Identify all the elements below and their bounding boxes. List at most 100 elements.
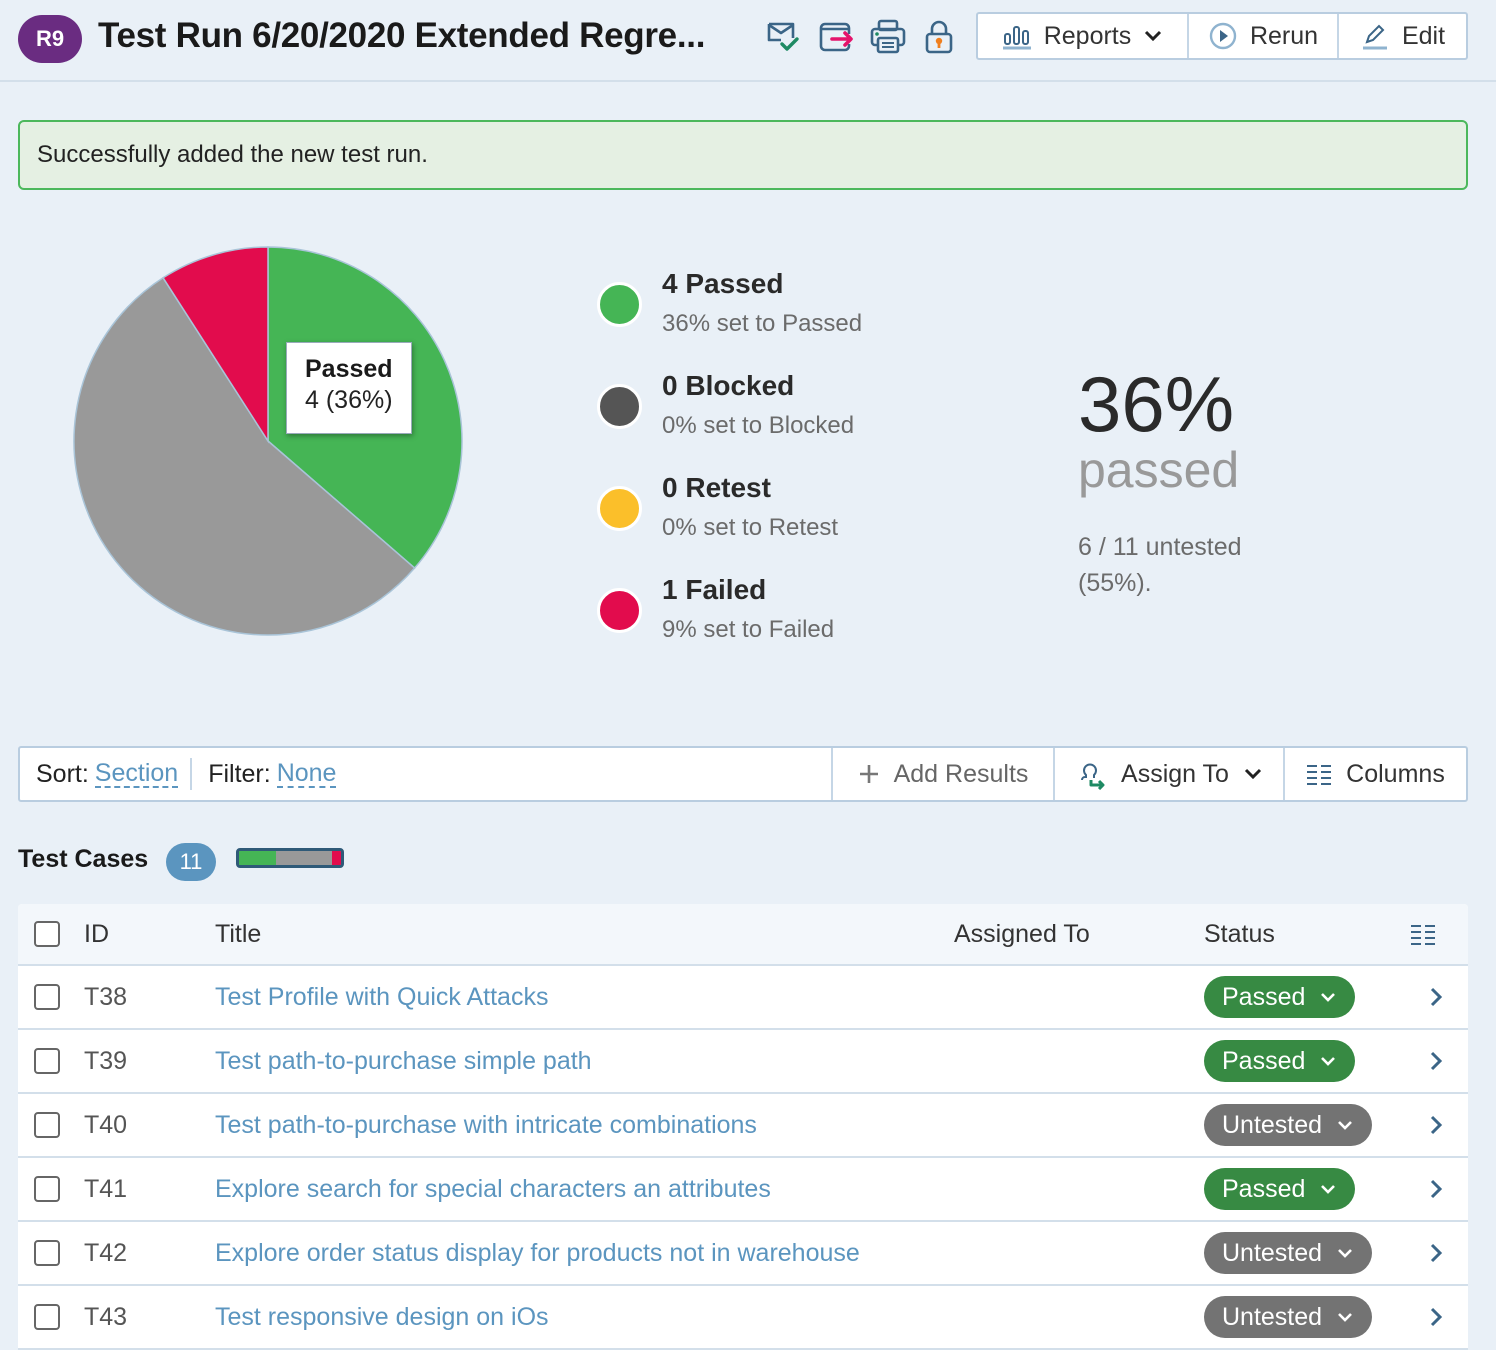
print-icon[interactable] — [869, 18, 907, 56]
rerun-label: Rerun — [1249, 21, 1319, 50]
test-title-link[interactable]: Test Profile with Quick Attacks — [215, 983, 548, 1012]
status-dropdown[interactable]: Untested — [1204, 1296, 1373, 1338]
test-title-link[interactable]: Test path-to-purchase simple path — [215, 1047, 592, 1076]
legend-sub: 0% set to Blocked — [662, 412, 855, 439]
row-checkbox[interactable] — [34, 1304, 60, 1330]
add-results-label: Add Results — [893, 759, 1029, 788]
table-row[interactable]: T41 Explore search for special character… — [18, 1158, 1468, 1222]
chevron-down-icon — [1338, 1121, 1352, 1130]
lock-icon[interactable] — [920, 18, 958, 56]
chevron-down-icon — [1321, 1185, 1336, 1194]
assign-user-icon — [1081, 763, 1105, 790]
plus-icon — [859, 765, 878, 783]
table-header-row: ID Title Assigned To Status — [18, 904, 1468, 966]
pass-summary: 36% passed 6 / 11 untested (55%). — [1078, 365, 1278, 601]
chevron-right-icon[interactable] — [1428, 1305, 1444, 1329]
test-title-link[interactable]: Explore search for special characters an… — [215, 1175, 771, 1204]
test-cases-count-badge: 11 — [166, 843, 216, 881]
passed-dot-icon — [597, 282, 642, 327]
row-checkbox[interactable] — [34, 1048, 60, 1074]
test-cases-progress-bar — [236, 848, 344, 868]
edit-button[interactable]: Edit — [1339, 14, 1466, 58]
chart-tooltip: Passed 4 (36%) — [286, 342, 412, 434]
legend-main: 0 Blocked — [662, 370, 795, 401]
test-cases-heading: Test Cases — [18, 845, 149, 873]
chevron-down-icon — [1321, 993, 1336, 1002]
legend-sub: 36% set to Passed — [662, 310, 863, 337]
row-checkbox[interactable] — [34, 1112, 60, 1138]
play-circle-icon — [1209, 22, 1237, 50]
retest-dot-icon — [597, 486, 642, 531]
chevron-right-icon[interactable] — [1428, 985, 1444, 1009]
rerun-button[interactable]: Rerun — [1189, 14, 1339, 58]
pass-percent: 36% — [1078, 360, 1235, 448]
select-all-checkbox[interactable] — [34, 921, 60, 947]
export-icon[interactable] — [818, 18, 856, 56]
chevron-down-icon — [1145, 30, 1162, 42]
progress-passed-segment — [239, 851, 276, 865]
status-label: Untested — [1222, 1302, 1323, 1331]
legend-main: 0 Retest — [662, 472, 771, 503]
alert-message: Successfully added the new test run. — [37, 141, 428, 168]
test-title-link[interactable]: Explore order status display for product… — [215, 1239, 860, 1268]
legend-sub: 9% set to Failed — [662, 616, 835, 643]
row-checkbox[interactable] — [34, 1240, 60, 1266]
assign-to-button[interactable]: Assign To — [1053, 748, 1283, 800]
add-results-button[interactable]: Add Results — [831, 748, 1053, 800]
column-header-assigned-to[interactable]: Assigned To — [954, 904, 1090, 964]
column-header-status[interactable]: Status — [1204, 904, 1275, 964]
test-title-link[interactable]: Test path-to-purchase with intricate com… — [215, 1111, 757, 1140]
table-row[interactable]: T38 Test Profile with Quick Attacks Pass… — [18, 966, 1468, 1030]
column-header-id[interactable]: ID — [84, 904, 109, 964]
column-header-title[interactable]: Title — [215, 904, 261, 964]
status-dropdown[interactable]: Passed — [1204, 976, 1356, 1018]
progress-failed-segment — [331, 851, 341, 865]
status-label: Passed — [1222, 1174, 1306, 1203]
toolbar-divider — [190, 758, 193, 790]
status-dropdown[interactable]: Passed — [1204, 1168, 1356, 1210]
assign-to-label: Assign To — [1121, 759, 1229, 788]
chevron-down-icon — [1244, 768, 1262, 780]
chevron-right-icon[interactable] — [1428, 1177, 1444, 1201]
test-id: T41 — [84, 1174, 128, 1203]
chevron-right-icon[interactable] — [1428, 1241, 1444, 1265]
run-id-badge: R9 — [18, 15, 82, 63]
untested-note: 6 / 11 untested (55%). — [1078, 533, 1242, 597]
chevron-right-icon[interactable] — [1428, 1049, 1444, 1073]
status-dropdown[interactable]: Untested — [1204, 1104, 1373, 1146]
legend-main: 4 Passed — [662, 268, 784, 299]
progress-untested-segment — [275, 851, 332, 865]
chevron-right-icon[interactable] — [1428, 1113, 1444, 1137]
status-label: Untested — [1222, 1238, 1323, 1267]
tooltip-value: 4 (36%) — [305, 386, 393, 414]
columns-button[interactable]: Columns — [1283, 748, 1466, 800]
status-dropdown[interactable]: Passed — [1204, 1040, 1356, 1082]
test-id: T42 — [84, 1238, 128, 1267]
filter-selector[interactable]: None — [276, 760, 337, 788]
columns-icon — [1307, 765, 1332, 785]
blocked-dot-icon — [597, 384, 642, 429]
email-check-icon[interactable] — [766, 18, 804, 56]
table-row[interactable]: T43 Test responsive design on iOs Untest… — [18, 1286, 1468, 1350]
status-dropdown[interactable]: Untested — [1204, 1232, 1373, 1274]
row-checkbox[interactable] — [34, 1176, 60, 1202]
tooltip-title: Passed — [305, 355, 393, 383]
edit-label: Edit — [1401, 21, 1446, 50]
status-pie-chart — [73, 246, 463, 636]
success-alert: Successfully added the new test run. — [18, 120, 1468, 190]
table-row[interactable]: T42 Explore order status display for pro… — [18, 1222, 1468, 1286]
table-row[interactable]: T39 Test path-to-purchase simple path Pa… — [18, 1030, 1468, 1094]
test-cases-table: ID Title Assigned To Status T38 Test Pro… — [18, 904, 1468, 1350]
table-row[interactable]: T40 Test path-to-purchase with intricate… — [18, 1094, 1468, 1158]
row-checkbox[interactable] — [34, 984, 60, 1010]
sort-selector[interactable]: Section — [94, 760, 179, 788]
legend-main: 1 Failed — [662, 574, 767, 605]
reports-button[interactable]: Reports — [978, 14, 1189, 58]
status-label: Untested — [1222, 1110, 1323, 1139]
test-title-link[interactable]: Test responsive design on iOs — [215, 1303, 549, 1332]
page-header: R9 Test Run 6/20/2020 Extended Regre... — [0, 0, 1496, 82]
test-id: T38 — [84, 982, 128, 1011]
chevron-down-icon — [1321, 1057, 1336, 1066]
column-settings-icon[interactable] — [1410, 923, 1436, 945]
chevron-down-icon — [1338, 1249, 1352, 1258]
